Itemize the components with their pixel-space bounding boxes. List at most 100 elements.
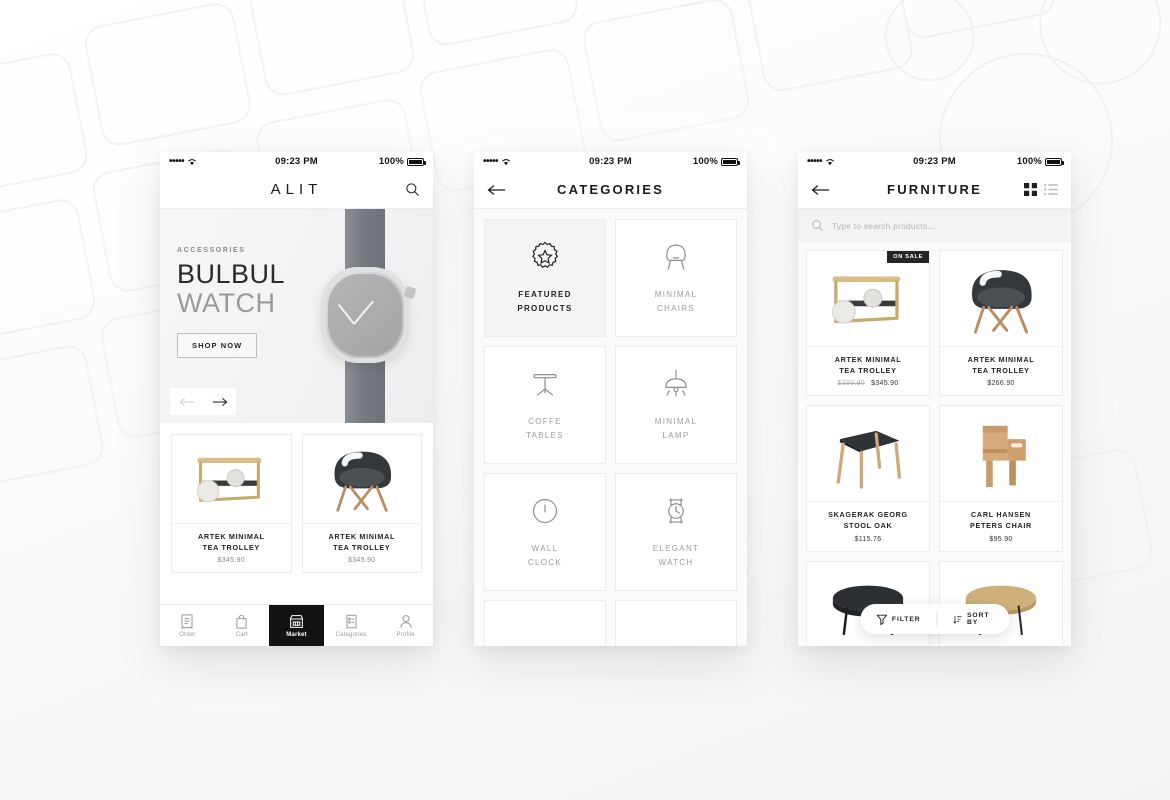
status-time: 09:23 PM [275,156,318,167]
bottom-tab-bar: Order Cart Market Categories Profile [160,604,433,646]
status-bar: ••••• 09:23 PM 100% [474,152,747,171]
hamburger-menu-icon[interactable] [173,186,188,193]
app-brand-title: ALIT [270,181,323,198]
product-name-line1: ARTEK MINIMAL [967,355,1035,364]
product-price: $345.90 [871,380,899,388]
categories-body: FEATURED PRODUCTS MINIMAL CHAIRS COFFE T… [474,209,747,646]
signal-dots-icon: ••••• [807,155,823,167]
chair-icon [666,244,686,270]
product-price: $266.90 [987,380,1015,388]
wrist-watch-icon [668,498,684,524]
pendant-lamp-icon [665,370,687,397]
shopping-bag-icon [236,614,247,629]
filter-sort-floating-bar: FILTER SORT BY [859,604,1010,634]
signal-dots-icon: ••••• [483,155,499,167]
category-card-partial[interactable] [484,600,606,646]
battery-percent: 100% [378,156,405,167]
table-icon [533,374,557,397]
category-label-line1: MINIMAL [654,290,698,300]
category-label-line2: PRODUCTS [517,304,573,313]
hero-banner[interactable]: ACCESSORIES BULBUL WATCH SHOP NOW [160,209,433,423]
product-name-line1: CARL HANSEN [971,510,1031,520]
product-image-lounge-chair [940,251,1062,346]
battery-full-icon [721,157,741,166]
category-card-coffe-tables[interactable]: COFFE TABLES [484,346,606,464]
user-icon [400,614,412,628]
category-card-wall-clock[interactable]: WALL CLOCK [484,473,606,591]
tab-cart[interactable]: Cart [215,605,270,646]
product-search-bar[interactable]: Type to search products... [798,209,1071,242]
category-label-line1: FEATURED [518,290,572,300]
wifi-icon [825,158,835,165]
category-label-line2: CHAIRS [656,304,696,313]
filter-button[interactable]: FILTER [860,614,937,625]
tab-market[interactable]: Market [269,605,324,646]
status-time: 09:23 PM [913,156,956,167]
product-price: $345.90 [217,557,245,565]
wall-clock-icon [532,499,558,524]
product-card[interactable]: CARL HANSEN PETERS CHAIR $95.90 [939,405,1063,552]
wifi-icon [501,158,511,165]
carousel-prev-button[interactable] [170,388,203,415]
battery-percent: 100% [692,156,719,167]
furniture-results: ON SALE ARTEK MINIMAL TEA TROLLEY $399.9… [798,242,1071,646]
product-card[interactable]: SKAGERAK GEORG STOOL OAK $115.76 [806,405,930,552]
product-card[interactable]: ON SALE ARTEK MINIMAL TEA TROLLEY $399.9… [806,250,930,397]
sort-by-button[interactable]: SORT BY [937,612,1009,626]
funnel-icon [876,614,887,625]
receipt-icon [181,613,193,629]
category-card-featured-products[interactable]: FEATURED PRODUCTS [484,219,606,337]
category-label-line2: LAMP [662,431,690,440]
product-image-wooden-chair [940,406,1062,501]
arrow-left-icon [179,397,194,406]
phone-screen-furniture: ••••• 09:23 PM 100% FURNITURE Type to se… [798,152,1071,646]
back-arrow-icon[interactable] [811,184,830,196]
list-view-icon[interactable] [1044,183,1058,196]
status-bar: ••••• 09:23 PM 100% [798,152,1071,171]
tab-profile[interactable]: Profile [378,605,433,646]
category-card-minimal-lamp[interactable]: MINIMAL LAMP [615,346,737,464]
categories-grid: FEATURED PRODUCTS MINIMAL CHAIRS COFFE T… [484,219,737,646]
category-card-partial[interactable] [615,600,737,646]
star-badge-icon [532,242,559,269]
product-name-line2: TEA TROLLEY [839,366,897,376]
product-name-line2: STOOL OAK [843,521,893,531]
navigation-bar: ALIT [160,171,433,209]
category-label-line2: CLOCK [527,558,563,567]
sort-label: SORT BY [966,612,990,626]
phone-screen-categories: ••••• 09:23 PM 100% CATEGORIES FEATURED … [474,152,747,646]
product-price: $115.76 [854,535,882,543]
status-badge-on-sale: ON SALE [887,251,929,263]
navigation-bar: CATEGORIES [474,171,747,209]
product-price: $95.90 [989,535,1013,543]
shop-now-button[interactable]: SHOP NOW [177,333,258,359]
tab-order[interactable]: Order [160,605,215,646]
status-bar: ••••• 09:23 PM 100% [160,152,433,171]
product-image-tea-trolley: ON SALE [807,251,929,346]
product-name-line1: ARTEK MINIMAL [197,532,265,541]
product-name-line2: TEA TROLLEY [972,366,1030,376]
product-card[interactable]: ARTEK MINIMAL TEA TROLLEY $345.90 [301,434,422,574]
hero-carousel-controls [170,388,236,415]
storefront-icon [289,614,304,628]
page-title: FURNITURE [887,182,982,197]
hero-title-line1: BULBUL [177,259,286,289]
back-arrow-icon[interactable] [487,184,506,196]
tab-categories[interactable]: Categories [324,605,379,646]
category-card-minimal-chairs[interactable]: MINIMAL CHAIRS [615,219,737,337]
category-label-line2: TABLES [526,431,564,440]
tab-label: Profile [396,631,415,638]
hero-kicker: ACCESSORIES [177,247,246,254]
product-card[interactable]: ARTEK MINIMAL TEA TROLLEY $345.90 [171,434,292,574]
product-name-line2: PETERS CHAIR [970,521,1032,531]
grid-view-icon[interactable] [1024,183,1037,196]
category-label-line1: ELEGANT [652,544,700,554]
search-icon [812,220,824,232]
category-card-elegant-watch[interactable]: ELEGANT WATCH [615,473,737,591]
search-placeholder: Type to search products... [832,220,935,231]
tab-label: Cart [235,631,248,638]
search-icon[interactable] [405,182,420,197]
product-card[interactable]: ARTEK MINIMAL TEA TROLLEY $266.90 [939,250,1063,397]
product-name-line1: SKAGERAK GEORG [828,510,908,520]
carousel-next-button[interactable] [203,388,236,415]
